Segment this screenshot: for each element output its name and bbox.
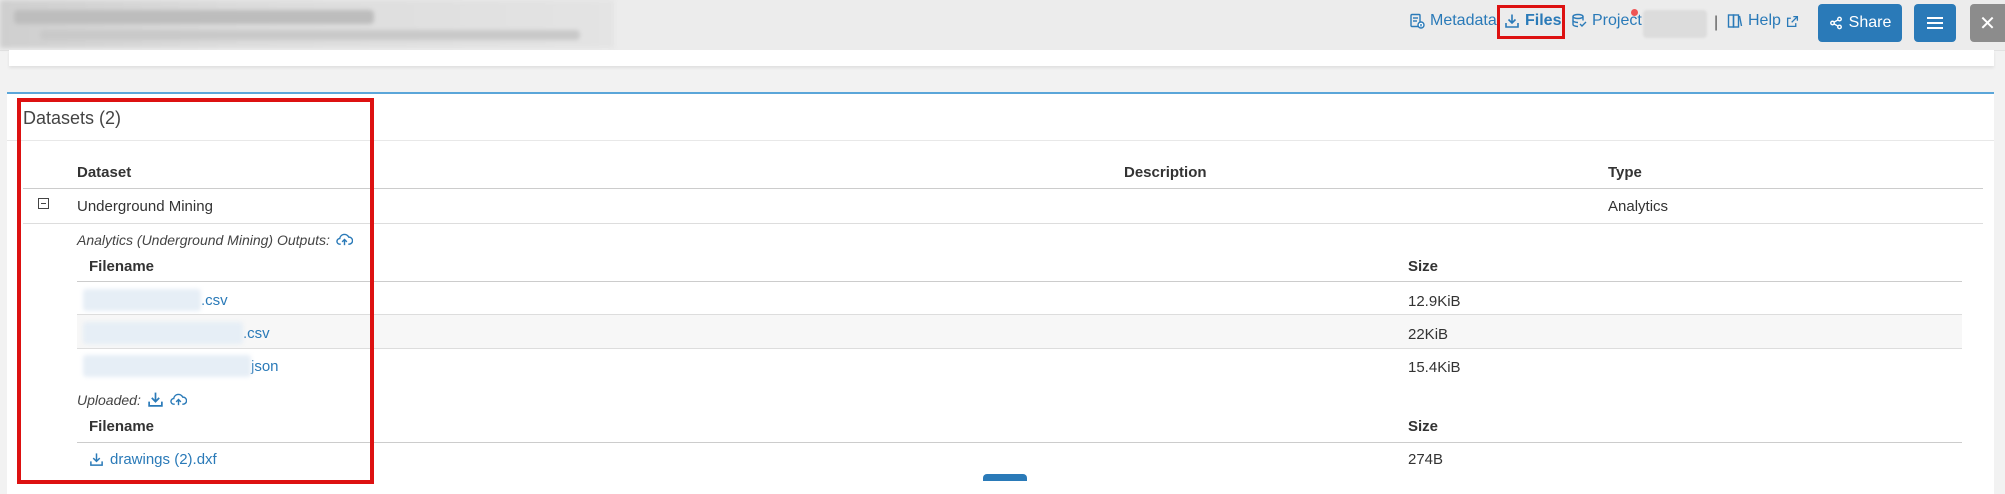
blurred-page-title — [0, 0, 614, 48]
title-divider — [7, 140, 1994, 141]
output-file-size: 22KiB — [1408, 326, 1449, 343]
uploaded-file-link[interactable]: drawings (2).dxf — [89, 451, 217, 468]
table-row-striped — [77, 315, 1962, 348]
close-icon: ✕ — [1979, 12, 1996, 35]
output-file-suffix: .csv — [243, 324, 270, 342]
uploaded-filename-header: Filename — [89, 418, 155, 435]
help-label: Help — [1748, 12, 1781, 29]
outputs-filename-header: Filename — [89, 258, 155, 275]
share-icon — [1829, 16, 1842, 30]
blurred-project-name — [1643, 10, 1707, 38]
row-divider — [77, 348, 1962, 349]
metadata-link[interactable]: Metadata — [1409, 12, 1497, 30]
header-divider — [23, 188, 1983, 189]
menu-icon — [1927, 17, 1943, 29]
share-button[interactable]: Share — [1818, 4, 1902, 42]
blurred-filename — [83, 289, 201, 311]
upload-cloud-icon[interactable] — [336, 231, 353, 248]
datasets-panel: Datasets (2) Dataset Description Type Un… — [7, 92, 1994, 494]
output-file-size: 12.9KiB — [1408, 293, 1461, 310]
help-book-icon — [1727, 14, 1743, 28]
share-label: Share — [1848, 14, 1892, 31]
top-bar: Metadata Files Project | Help Share ✕ — [0, 0, 2005, 51]
output-file-link[interactable]: json — [83, 355, 279, 377]
description-column-header: Description — [1124, 164, 1207, 181]
project-icon — [1572, 13, 1587, 28]
uploaded-size-header: Size — [1408, 418, 1439, 435]
dataset-column-header: Dataset — [77, 164, 132, 181]
output-file-suffix: .csv — [201, 291, 228, 309]
close-button[interactable]: ✕ — [1970, 4, 2005, 42]
uploaded-label: Uploaded: — [77, 391, 187, 408]
dataset-name: Underground Mining — [77, 198, 213, 215]
uploaded-file-size: 274B — [1408, 451, 1444, 468]
dataset-type: Analytics — [1608, 198, 1669, 215]
output-file-link[interactable]: .csv — [83, 289, 228, 311]
outputs-size-header: Size — [1408, 258, 1439, 275]
metadata-icon — [1410, 13, 1425, 29]
uploaded-file-name: drawings (2).dxf — [110, 451, 217, 468]
blurred-filename — [83, 355, 251, 377]
summary-panel — [9, 50, 1994, 66]
row-divider — [23, 223, 1983, 224]
datasets-title: Datasets (2) — [23, 108, 122, 128]
metadata-label: Metadata — [1430, 12, 1497, 29]
files-highlight-frame — [1497, 5, 1565, 39]
collapse-icon[interactable] — [38, 198, 49, 209]
output-file-suffix: json — [251, 357, 279, 375]
external-link-icon — [1786, 15, 1798, 27]
outputs-label: Analytics (Underground Mining) Outputs: — [77, 231, 353, 248]
notification-dot — [1631, 9, 1638, 16]
help-link[interactable]: Help — [1727, 12, 1799, 30]
type-column-header: Type — [1608, 164, 1642, 181]
menu-button[interactable] — [1914, 4, 1956, 42]
output-file-size: 15.4KiB — [1408, 359, 1461, 376]
blurred-filename — [83, 322, 243, 344]
upload-cloud-icon[interactable] — [170, 391, 187, 408]
uploaded-label-text: Uploaded: — [77, 391, 141, 408]
outputs-header-divider — [77, 281, 1962, 282]
scroll-top-button[interactable] — [983, 474, 1027, 481]
download-icon — [90, 453, 103, 466]
nav-separator: | — [1714, 14, 1719, 31]
output-file-link[interactable]: .csv — [83, 322, 270, 344]
uploaded-header-divider — [77, 442, 1962, 443]
outputs-label-text: Analytics (Underground Mining) Outputs: — [77, 231, 330, 248]
download-icon[interactable] — [147, 391, 164, 408]
